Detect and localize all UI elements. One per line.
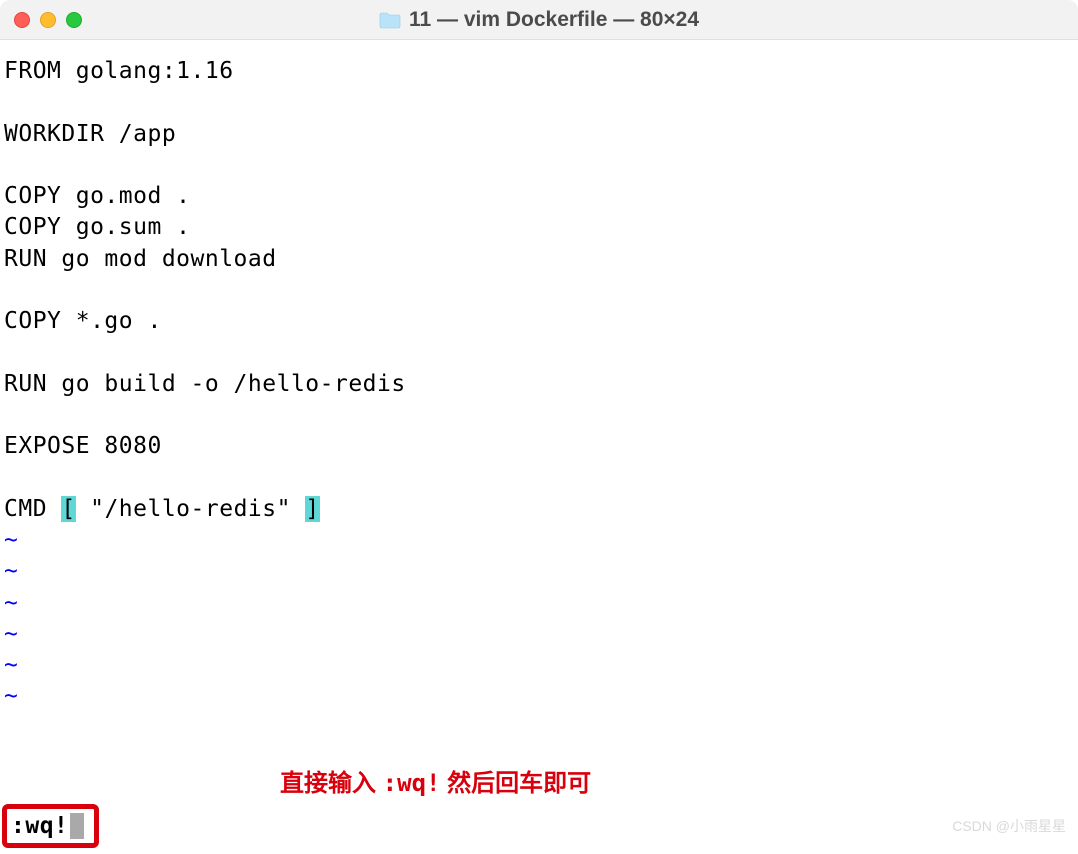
code-line: FROM golang:1.16 [4, 58, 234, 84]
vim-tilde: ~ [4, 590, 18, 616]
vim-tilde: ~ [4, 527, 18, 553]
bracket-close: ] [305, 496, 319, 522]
annotation-command: :wq! [383, 769, 441, 797]
close-icon[interactable] [14, 12, 30, 28]
annotation-post: 然后回车即可 [440, 770, 591, 797]
folder-icon [379, 11, 401, 29]
cmd-prefix: CMD [4, 496, 61, 522]
window-title-text: 11 — vim Dockerfile — 80×24 [409, 8, 699, 32]
cursor-icon [70, 813, 84, 839]
command-text: :wq! [11, 813, 68, 839]
bracket-open: [ [61, 496, 75, 522]
code-line: WORKDIR /app [4, 121, 176, 147]
code-line: COPY *.go . [4, 308, 162, 334]
vim-tilde: ~ [4, 558, 18, 584]
vim-tilde: ~ [4, 621, 18, 647]
code-line: RUN go build -o /hello-redis [4, 371, 406, 397]
maximize-icon[interactable] [66, 12, 82, 28]
annotation-text: 直接输入 :wq! 然后回车即可 [280, 763, 591, 798]
traffic-lights [14, 12, 82, 28]
code-line: COPY go.mod . [4, 183, 191, 209]
vim-tilde: ~ [4, 683, 18, 709]
window-title: 11 — vim Dockerfile — 80×24 [0, 8, 1078, 32]
code-line: EXPOSE 8080 [4, 433, 162, 459]
command-box: :wq! [2, 804, 99, 848]
vim-tilde: ~ [4, 652, 18, 678]
code-line: RUN go mod download [4, 246, 277, 272]
annotation-pre: 直接输入 [280, 770, 383, 797]
watermark-text: CSDN @小雨星星 [952, 816, 1066, 836]
minimize-icon[interactable] [40, 12, 56, 28]
vim-command-line[interactable]: :wq! [2, 804, 99, 848]
code-line: COPY go.sum . [4, 214, 191, 240]
cmd-content: "/hello-redis" [76, 496, 306, 522]
editor-area[interactable]: FROM golang:1.16 WORKDIR /app COPY go.mo… [0, 40, 1078, 713]
cmd-line: CMD [ "/hello-redis" ] [4, 496, 320, 522]
window-titlebar: 11 — vim Dockerfile — 80×24 [0, 0, 1078, 40]
